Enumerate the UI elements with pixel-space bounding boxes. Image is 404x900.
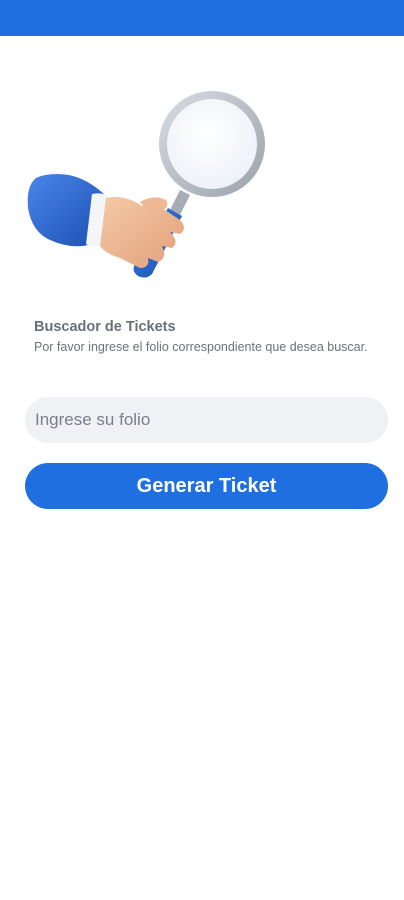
ticket-search-screen: Buscador de Tickets Por favor ingrese el… <box>0 0 404 900</box>
search-info: Buscador de Tickets Por favor ingrese el… <box>34 318 384 356</box>
hand-magnifying-glass-icon <box>27 91 265 278</box>
page-description: Por favor ingrese el folio correspondien… <box>34 340 368 354</box>
page-title: Buscador de Tickets <box>34 319 176 335</box>
top-app-bar <box>0 0 404 36</box>
folio-input[interactable] <box>25 397 388 443</box>
generate-ticket-button[interactable]: Generar Ticket <box>25 463 388 509</box>
